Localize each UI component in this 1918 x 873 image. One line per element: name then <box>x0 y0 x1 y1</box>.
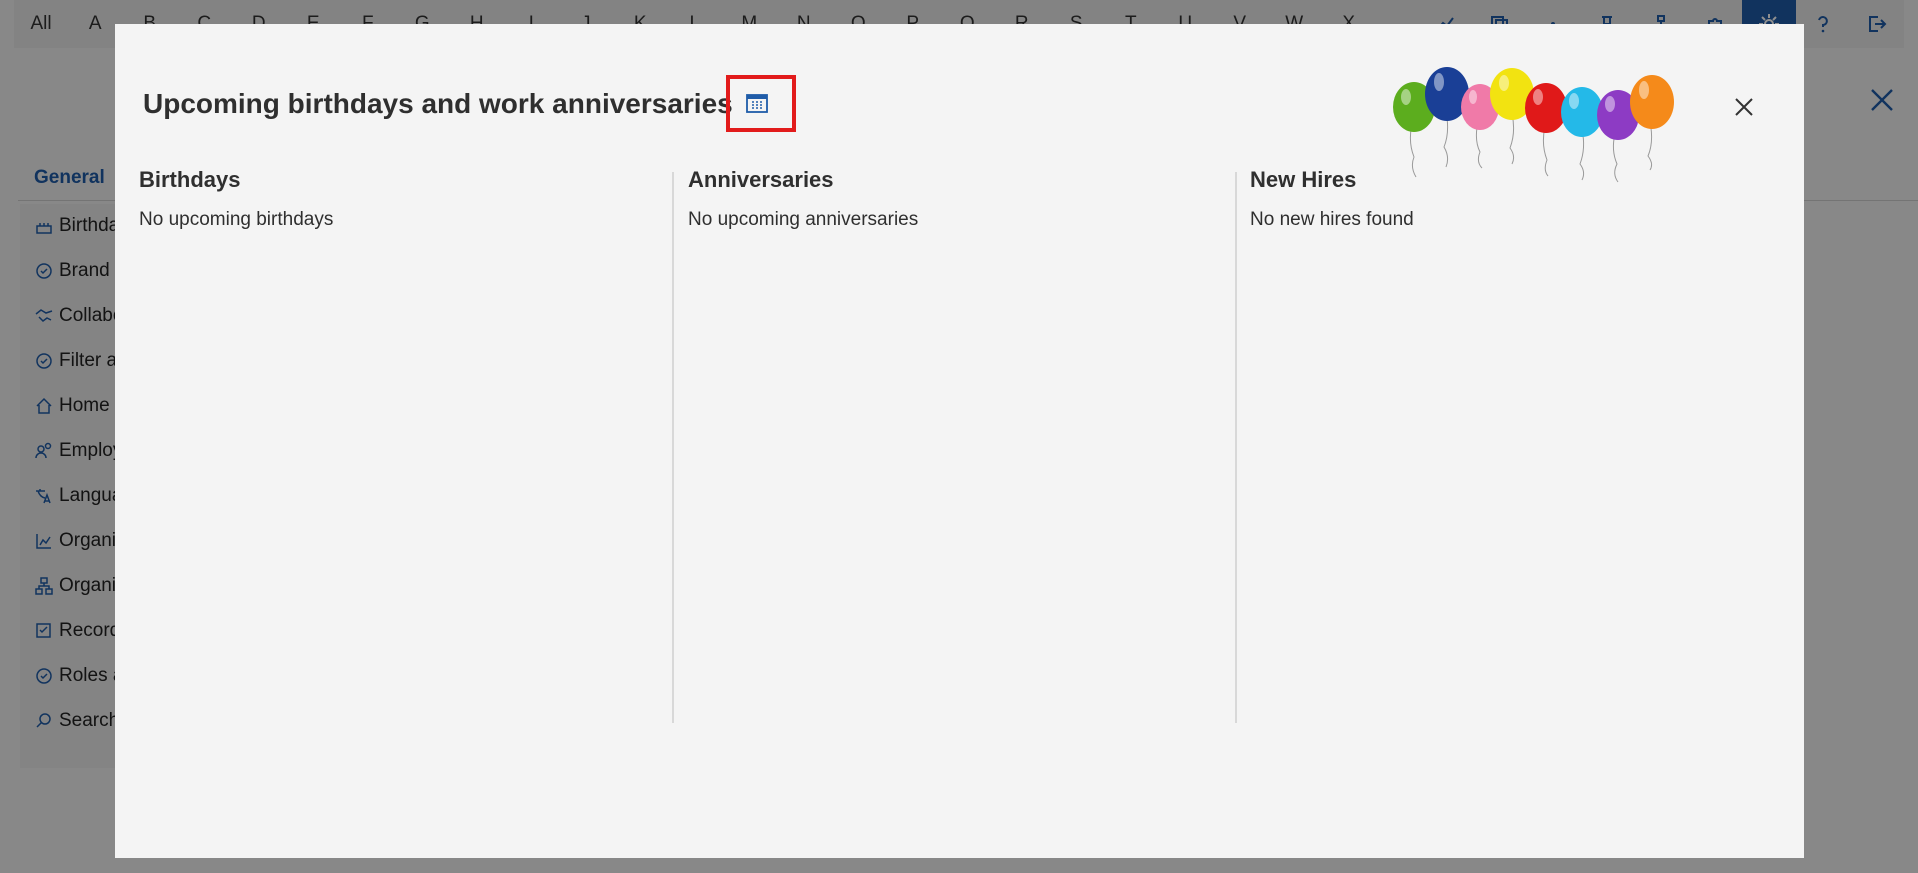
new-hires-heading: New Hires <box>1250 167 1357 192</box>
anniversaries-empty-message: No upcoming anniversaries <box>688 209 919 230</box>
birthdays-empty-message: No upcoming birthdays <box>139 209 334 230</box>
calendar-button[interactable] <box>726 75 796 132</box>
column-divider <box>672 172 674 723</box>
birthdays-dialog: Upcoming birthdays and work anniversarie… <box>115 24 1804 858</box>
dialog-close-button[interactable] <box>1727 90 1761 124</box>
close-icon <box>1735 98 1753 116</box>
anniversaries-heading: Anniversaries <box>688 167 834 192</box>
dialog-title: Upcoming birthdays and work anniversarie… <box>143 88 733 119</box>
birthdays-column: Birthdays No upcoming birthdays <box>139 167 333 231</box>
column-divider <box>1235 172 1237 723</box>
new-hires-empty-message: No new hires found <box>1250 209 1414 230</box>
anniversaries-column: Anniversaries No upcoming anniversaries <box>688 167 918 231</box>
new-hires-column: New Hires No new hires found <box>1250 167 1414 231</box>
birthdays-heading: Birthdays <box>139 167 241 192</box>
calendar-icon <box>746 94 768 113</box>
balloons-image <box>1393 67 1674 183</box>
